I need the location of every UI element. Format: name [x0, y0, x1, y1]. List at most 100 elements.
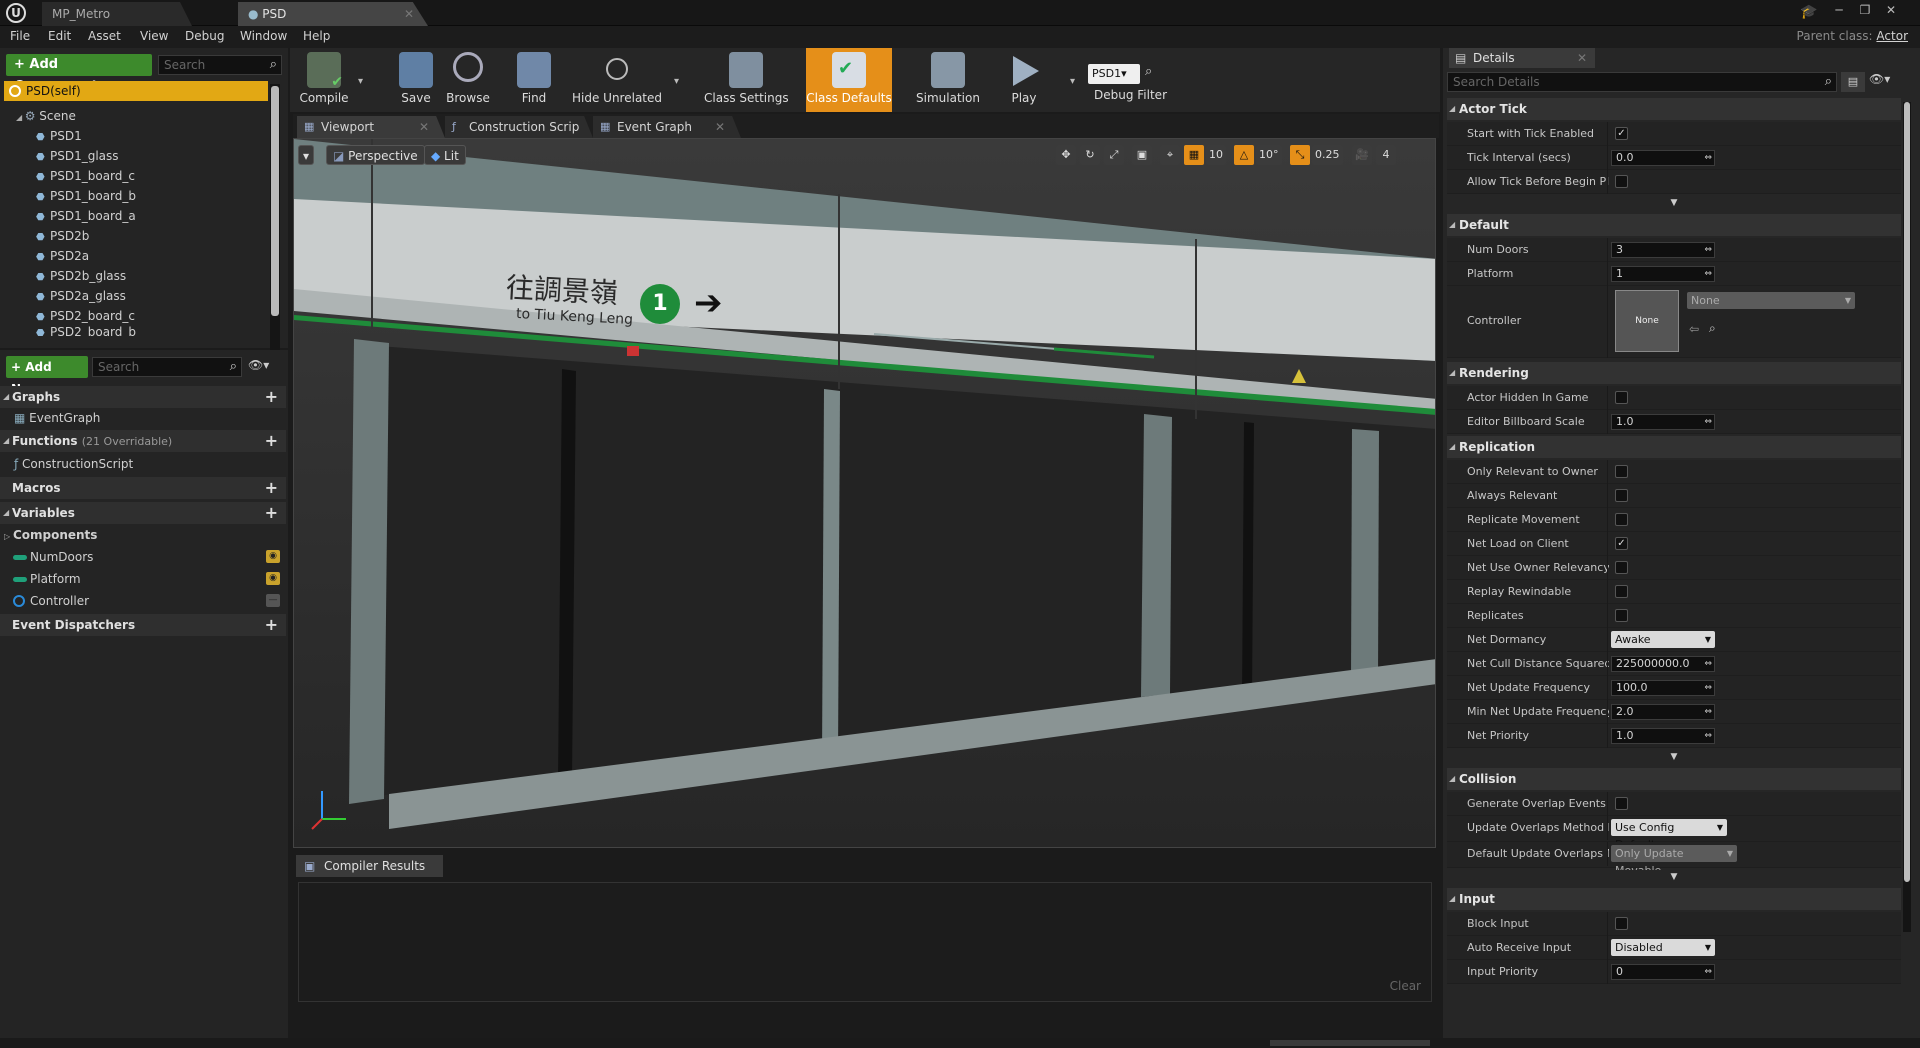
component-item[interactable]: ⬣ PSD2a	[36, 246, 266, 266]
tab-event-graph[interactable]: ▦ Event Graph ✕	[593, 116, 741, 138]
scale-snap-icon[interactable]: ⤡	[1290, 145, 1310, 165]
auto-receive-input-select[interactable]: Disabled ▼	[1611, 939, 1715, 956]
eventgraph-item[interactable]: ▦ EventGraph	[14, 408, 100, 428]
compile-button[interactable]: ✔ Compile	[296, 48, 352, 112]
parent-class-link[interactable]: Actor	[1876, 29, 1908, 43]
eye-icon[interactable]: ◉	[266, 550, 280, 563]
event-dispatchers-section[interactable]: Event Dispatchers +	[0, 614, 286, 636]
add-macro-icon[interactable]: +	[265, 477, 278, 499]
expand-advanced-icon[interactable]: ▼	[1447, 870, 1901, 884]
component-item[interactable]: ⬣ PSD1_board_b	[36, 186, 266, 206]
section-replication[interactable]: ◢ Replication	[1447, 436, 1901, 458]
close-icon[interactable]: ✕	[419, 116, 429, 138]
view-options-eye-icon[interactable]: 👁▾	[1869, 72, 1890, 86]
component-item[interactable]: ⬣ PSD1_board_a	[36, 206, 266, 226]
always-relevant-checkbox[interactable]	[1615, 489, 1628, 502]
save-button[interactable]: Save	[394, 48, 438, 112]
tick-interval-field[interactable]: 0.0 ⇔	[1611, 150, 1715, 166]
details-search-input[interactable]: Search Details ⌕	[1447, 72, 1837, 92]
construction-script-item[interactable]: ƒ ConstructionScript	[14, 454, 133, 474]
find-button[interactable]: Find	[512, 48, 556, 112]
hide-unrelated-caret[interactable]: ▾	[674, 76, 679, 87]
use-selected-arrow-icon[interactable]: ⇦	[1689, 322, 1699, 336]
add-graph-icon[interactable]: +	[265, 386, 278, 408]
menu-edit[interactable]: Edit	[48, 29, 71, 43]
lit-button[interactable]: ◆ Lit	[424, 145, 466, 165]
tab-viewport[interactable]: ▦ Viewport ✕	[297, 116, 445, 138]
menu-help[interactable]: Help	[303, 29, 330, 43]
browse-search-icon[interactable]: ⌕	[1709, 321, 1716, 336]
section-collision[interactable]: ◢ Collision	[1447, 768, 1901, 790]
net-dormancy-select[interactable]: Awake ▼	[1611, 631, 1715, 648]
input-priority-field[interactable]: 0 ⇔	[1611, 964, 1715, 980]
scale-icon[interactable]: ⤢	[1104, 145, 1124, 165]
grid-snap-value[interactable]: 10	[1206, 145, 1226, 165]
expand-advanced-icon[interactable]: ▼	[1447, 750, 1901, 764]
component-item[interactable]: ⬣ PSD1	[36, 126, 266, 146]
components-category[interactable]: ▷ Components	[4, 525, 97, 545]
controller-thumbnail[interactable]: None	[1615, 290, 1679, 352]
component-item[interactable]: ⬣ PSD2_board_b	[36, 326, 266, 336]
eye-icon[interactable]: ◉	[266, 572, 280, 585]
section-rendering[interactable]: ◢ Rendering	[1447, 362, 1901, 384]
min-net-update-field[interactable]: 2.0 ⇔	[1611, 704, 1715, 720]
add-component-button[interactable]: + Add Component ▾	[6, 54, 152, 94]
net-load-checkbox[interactable]: ✓	[1615, 537, 1628, 550]
view-options-eye-icon[interactable]: 👁▾	[248, 358, 269, 372]
expand-advanced-icon[interactable]: ▼	[1447, 196, 1901, 210]
allow-tick-checkbox[interactable]	[1615, 175, 1628, 188]
net-use-owner-checkbox[interactable]	[1615, 561, 1628, 574]
add-dispatcher-icon[interactable]: +	[265, 614, 278, 636]
tab-compiler-results[interactable]: ▣ Compiler Results	[296, 855, 444, 877]
tab-construction-script[interactable]: ƒ Construction Scrip	[445, 116, 593, 138]
close-icon[interactable]: ✕	[404, 2, 414, 26]
rotate-icon[interactable]: ↻	[1080, 145, 1100, 165]
add-variable-icon[interactable]: +	[265, 502, 278, 524]
component-item[interactable]: ⬣ PSD2b	[36, 226, 266, 246]
variable-row[interactable]: Controller —	[0, 590, 286, 612]
replicate-movement-checkbox[interactable]	[1615, 513, 1628, 526]
clear-button[interactable]: Clear	[1390, 979, 1421, 993]
play-options-caret[interactable]: ▾	[1070, 76, 1075, 87]
scale-snap-value[interactable]: 0.25	[1312, 145, 1343, 165]
replicates-checkbox[interactable]	[1615, 609, 1628, 622]
doc-tab-mp-metro[interactable]: MP_Metro	[42, 2, 192, 26]
controller-asset-combo[interactable]: None ▼	[1687, 292, 1855, 309]
notification-icon[interactable]: 🎓	[1800, 4, 1817, 20]
menu-view[interactable]: View	[140, 29, 168, 43]
hidden-in-game-checkbox[interactable]	[1615, 391, 1628, 404]
simulation-button[interactable]: Simulation	[912, 48, 984, 112]
debug-object-select[interactable]: PSD1▾	[1088, 64, 1140, 84]
component-item[interactable]: ⬣ PSD2a_glass	[36, 286, 266, 306]
translate-icon[interactable]: ✥	[1056, 145, 1076, 165]
rotation-snap-icon[interactable]: △	[1234, 145, 1254, 165]
menu-file[interactable]: File	[10, 29, 30, 43]
num-doors-field[interactable]: 3 ⇔	[1611, 242, 1715, 258]
browse-button[interactable]: Browse	[442, 48, 494, 112]
close-icon[interactable]: ✕	[715, 116, 725, 138]
viewport-options-button[interactable]: ▾	[298, 145, 315, 165]
macros-section[interactable]: Macros +	[0, 477, 286, 499]
class-defaults-button[interactable]: ✔ Class Defaults	[806, 48, 892, 112]
variable-row[interactable]: Platform ◉	[0, 568, 286, 590]
net-priority-field[interactable]: 1.0 ⇔	[1611, 728, 1715, 744]
add-function-icon[interactable]: +	[265, 430, 278, 452]
platform-field[interactable]: 1 ⇔	[1611, 266, 1715, 282]
close-icon[interactable]: ✕	[1577, 48, 1587, 68]
section-default[interactable]: ◢ Default	[1447, 214, 1901, 236]
only-relevant-checkbox[interactable]	[1615, 465, 1628, 478]
compile-options-caret[interactable]: ▾	[358, 76, 363, 87]
component-item[interactable]: ⬣ PSD1_board_c	[36, 166, 266, 186]
replay-rewindable-checkbox[interactable]	[1615, 585, 1628, 598]
self-component-row[interactable]: PSD(self)	[4, 81, 268, 101]
update-overlaps-method-select[interactable]: Use Config Default▼	[1611, 819, 1727, 851]
camera-speed-value[interactable]: 4	[1376, 145, 1396, 165]
play-button[interactable]: Play	[1002, 48, 1046, 112]
hide-unrelated-button[interactable]: Hide Unrelated	[572, 48, 662, 112]
variables-section[interactable]: ◢ Variables +	[0, 502, 286, 524]
debug-search-icon[interactable]: ⌕	[1145, 64, 1152, 79]
doc-tab-psd[interactable]: ● PSD ✕	[238, 2, 428, 26]
close-window-button[interactable]: ✕	[1882, 3, 1900, 17]
billboard-scale-field[interactable]: 1.0 ⇔	[1611, 414, 1715, 430]
bottom-scrollbar[interactable]	[1270, 1040, 1430, 1046]
